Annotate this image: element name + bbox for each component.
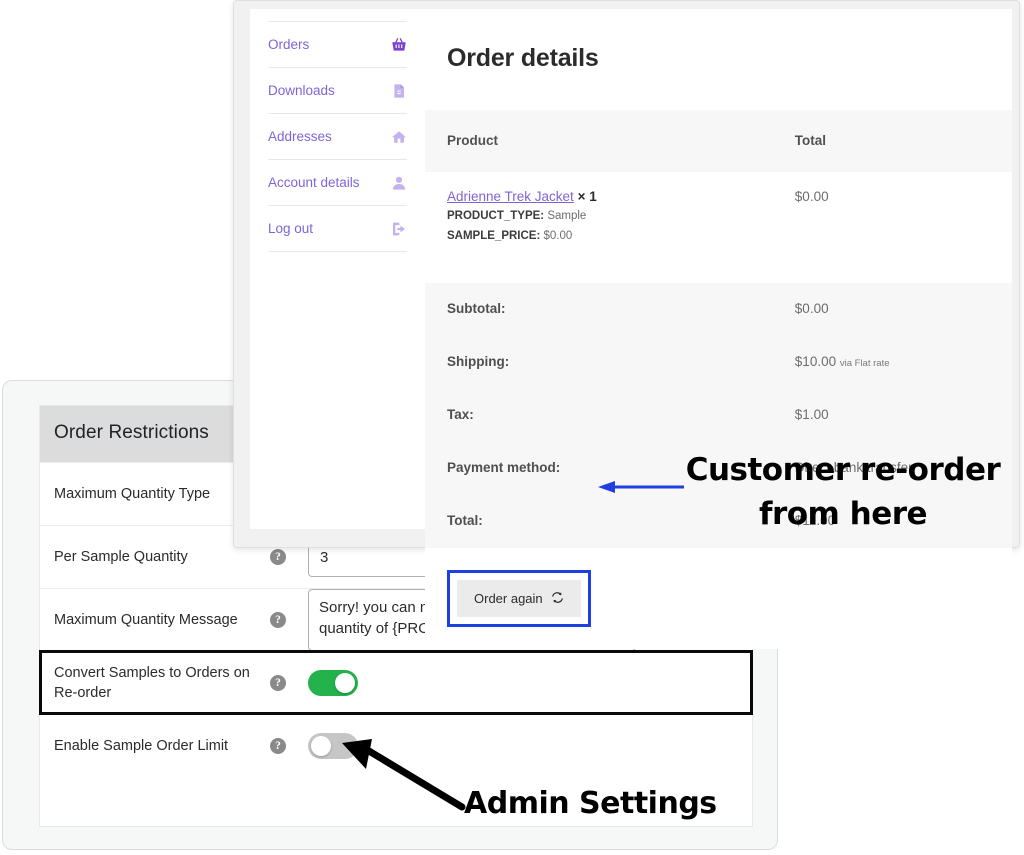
toggle-knob (335, 673, 355, 693)
sidebar-item-label: Addresses (268, 129, 332, 144)
meta-key: SAMPLE_PRICE: (447, 230, 541, 243)
annotation-admin-settings: Admin Settings (464, 786, 717, 821)
annotation-customer-reorder: Customer re-order from here (673, 448, 1013, 536)
settings-row-convert-samples-to-orders: Convert Samples to Orders on Re-order ? (39, 650, 753, 715)
table-row-subtotal: Subtotal: $0.00 (425, 282, 1012, 336)
product-meta-product-type: PRODUCT_TYPE: Sample (447, 209, 795, 225)
enable-sample-order-limit-toggle[interactable] (308, 733, 358, 759)
totals-amount: $0.00 (794, 300, 829, 316)
product-quantity: × 1 (577, 188, 597, 204)
totals-label: Tax: (425, 388, 795, 442)
table-header-row: Product Total (425, 109, 1012, 172)
sidebar-item-label: Log out (268, 221, 314, 236)
setting-label-maximum-quantity-message: Maximum Quantity Message (54, 612, 238, 628)
convert-samples-toggle[interactable] (308, 670, 358, 696)
order-again-button[interactable]: Order again (457, 579, 581, 617)
totals-value: $0.00 (794, 282, 1012, 336)
product-cell: Adrienne Trek Jacket × 1 PRODUCT_TYPE: S… (425, 171, 795, 283)
page-title: Order details (447, 43, 599, 72)
totals-value: $10.00 via Flat rate (794, 335, 1012, 389)
account-navigation: Orders Downloads Addresses Account detai… (250, 9, 425, 529)
logout-icon (391, 221, 407, 237)
person-icon (391, 175, 407, 191)
totals-amount: $10.00 (794, 353, 837, 369)
meta-key: PRODUCT_TYPE: (447, 209, 545, 222)
sidebar-item-addresses[interactable]: Addresses (268, 114, 407, 160)
product-total-cell: $0.00 (794, 171, 1012, 283)
annotation-line-2: from here (758, 496, 928, 533)
totals-label: Shipping: (425, 335, 795, 389)
setting-label-convert-samples-to-orders: Convert Samples to Orders on Re-order (54, 665, 250, 701)
table-row-tax: Tax: $1.00 (425, 388, 1012, 442)
basket-icon (391, 37, 407, 53)
annotation-line-1: Customer re-order (685, 452, 1001, 488)
setting-label-enable-sample-order-limit: Enable Sample Order Limit (54, 738, 229, 754)
column-header-total: Total (794, 109, 1012, 172)
help-icon[interactable]: ? (270, 612, 286, 628)
help-icon[interactable]: ? (270, 675, 286, 691)
setting-label-per-sample-quantity: Per Sample Quantity (54, 549, 188, 565)
meta-value: Sample (547, 209, 587, 222)
product-link[interactable]: Adrienne Trek Jacket (447, 189, 574, 204)
help-icon[interactable]: ? (270, 549, 286, 565)
sidebar-item-label: Downloads (268, 83, 335, 98)
table-row: Adrienne Trek Jacket × 1 PRODUCT_TYPE: S… (425, 171, 1012, 283)
settings-row-enable-sample-order-limit: Enable Sample Order Limit ? (40, 714, 752, 777)
home-icon (391, 129, 407, 145)
totals-amount: $1.00 (794, 406, 829, 422)
sidebar-item-account-details[interactable]: Account details (268, 160, 407, 206)
order-actions: Order again (425, 547, 1012, 649)
table-row-shipping: Shipping: $10.00 via Flat rate (425, 335, 1012, 389)
shipping-method-note: via Flat rate (839, 357, 890, 369)
product-meta-sample-price: SAMPLE_PRICE: $0.00 (447, 229, 795, 245)
sidebar-item-downloads[interactable]: Downloads (268, 68, 407, 114)
sidebar-item-log-out[interactable]: Log out (268, 206, 407, 252)
totals-value: $1.00 (794, 388, 1012, 442)
sidebar-item-orders[interactable]: Orders (268, 21, 407, 68)
toggle-knob (311, 736, 331, 756)
order-again-highlight-box: Order again (447, 569, 591, 627)
order-again-label: Order again (474, 590, 543, 606)
totals-label: Subtotal: (425, 282, 795, 336)
sidebar-item-label: Orders (268, 37, 310, 52)
help-icon[interactable]: ? (270, 738, 286, 754)
column-header-product: Product (425, 109, 795, 172)
document-icon (391, 83, 407, 99)
sidebar-item-label: Account details (268, 175, 360, 190)
refresh-icon (551, 591, 564, 606)
meta-value: $0.00 (543, 230, 573, 243)
